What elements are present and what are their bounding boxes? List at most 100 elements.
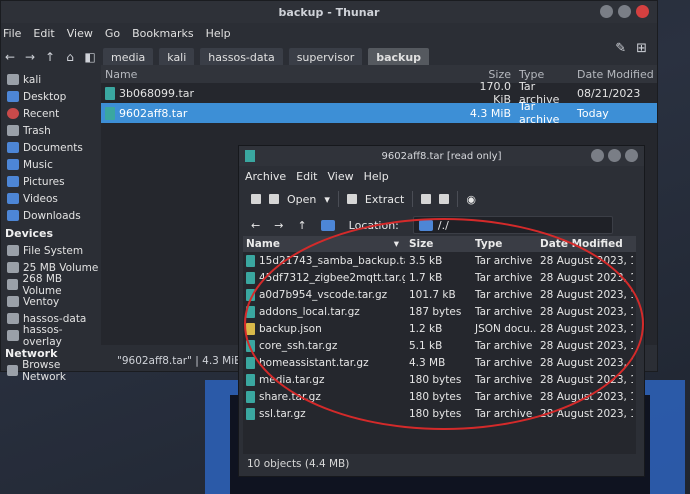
home-icon[interactable]: ⌂ [63,50,77,64]
open-button[interactable]: Open [287,193,316,206]
extract-button[interactable]: Extract [365,193,404,206]
table-row[interactable]: addons_local.tar.gz 187 bytes Tar archiv… [243,303,636,320]
open-archive-icon[interactable] [269,194,279,204]
sidebar-item-file-system[interactable]: File System [1,242,101,259]
breadcrumb-media[interactable]: media [103,47,154,67]
table-row[interactable]: ssl.tar.gz 180 bytes Tar archive 28 Augu… [243,405,636,422]
column-header-type[interactable]: Type [511,68,571,81]
sidebar-item-label: File System [23,244,84,257]
file-type: Tar archive [475,254,533,267]
sidebar-item-documents[interactable]: Documents [1,139,101,156]
menu-view[interactable]: View [67,27,93,40]
downloads-folder-icon [7,210,19,221]
maximize-button[interactable] [618,5,631,18]
toolbar-separator [412,191,414,207]
menu-edit[interactable]: Edit [33,27,54,40]
path-toggle-icon[interactable]: ◧ [83,50,97,64]
stop-icon[interactable]: ◉ [466,193,476,206]
drive-icon [7,296,19,307]
menu-help[interactable]: Help [364,170,389,183]
menu-go[interactable]: Go [105,27,120,40]
back-arrow-icon[interactable]: ← [3,50,17,64]
drive-icon [7,262,19,273]
drive-icon [7,245,19,256]
back-arrow-icon[interactable]: ← [251,219,260,232]
table-row[interactable]: 15d21743_samba_backup.tar.gz 3.5 kB Tar … [243,252,636,269]
archive-titlebar[interactable]: 9602aff8.tar [read only] [239,146,644,166]
sidebar-item-desktop[interactable]: Desktop [1,88,101,105]
menu-archive[interactable]: Archive [245,170,286,183]
menu-file[interactable]: File [3,27,21,40]
column-header-name[interactable]: Name ▾ [243,238,405,250]
forward-arrow-icon[interactable]: → [274,219,283,232]
recent-icon [7,108,19,119]
column-header-date[interactable]: Date Modified [571,68,657,81]
file-type: Tar archive [475,356,533,369]
sidebar-item-kali[interactable]: kali [1,71,101,88]
file-name: 3b068099.tar [119,86,195,100]
breadcrumb-supervisor[interactable]: supervisor [288,47,363,67]
sidebar-item-browse-network[interactable]: Browse Network [1,359,101,383]
table-row[interactable]: 3b068099.tar 170.0 KiB Tar archive 08/21… [101,80,657,106]
file-date: 28 August 2023, 19... [540,373,633,386]
sidebar-item-pictures[interactable]: Pictures [1,173,101,190]
sidebar-item-downloads[interactable]: Downloads [1,207,101,224]
menu-edit[interactable]: Edit [296,170,317,183]
new-archive-icon[interactable] [251,194,261,204]
home-folder-icon[interactable] [320,219,335,231]
minimize-button[interactable] [600,5,613,18]
location-label: Location: [348,218,399,232]
table-row[interactable]: a0d7b954_vscode.tar.gz 101.7 kB Tar arch… [243,286,636,303]
sidebar-item-trash[interactable]: Trash [1,122,101,139]
file-name: media.tar.gz [259,373,325,386]
sidebar-item-hassos-overlay[interactable]: hassos-overlay [1,324,101,348]
table-row[interactable]: core_ssh.tar.gz 5.1 kB Tar archive 28 Au… [243,337,636,354]
file-date: 28 August 2023, 19... [540,322,633,335]
add-folder-icon[interactable] [439,194,450,204]
table-row[interactable]: backup.json 1.2 kB JSON docu... 28 Augus… [243,320,636,337]
file-name: homeassistant.tar.gz [259,356,369,369]
breadcrumb-hassos-data[interactable]: hassos-data [200,47,283,67]
maximize-button[interactable] [608,149,621,162]
up-arrow-icon[interactable]: ↑ [43,50,57,64]
minimize-button[interactable] [591,149,604,162]
up-arrow-icon[interactable]: ↑ [297,219,306,232]
location-value: /./ [437,218,449,232]
location-input[interactable]: /./ [412,216,613,234]
file-type: Tar archive [475,390,533,403]
sidebar-item-label: Desktop [23,90,67,103]
file-name: backup.json [259,322,322,335]
menu-bookmarks[interactable]: Bookmarks [132,27,193,40]
add-files-icon[interactable] [421,194,432,204]
open-dropdown-icon[interactable]: ▾ [324,193,330,206]
table-row[interactable]: media.tar.gz 180 bytes Tar archive 28 Au… [243,371,636,388]
archive-file-icon [246,271,255,284]
breadcrumb-kali[interactable]: kali [159,47,195,67]
sidebar-item-videos[interactable]: Videos [1,190,101,207]
column-header-size[interactable]: Size [461,68,511,81]
column-header-type[interactable]: Type [471,238,537,250]
archive-manager-window: 9602aff8.tar [read only] Archive Edit Vi… [238,145,645,477]
column-header-size[interactable]: Size [405,238,471,250]
table-row[interactable]: homeassistant.tar.gz 4.3 MB Tar archive … [243,354,636,371]
file-size: 1.2 kB [409,322,443,335]
sidebar-item-recent[interactable]: Recent [1,105,101,122]
extract-icon[interactable] [346,194,357,204]
forward-arrow-icon[interactable]: → [23,50,37,64]
sidebar-item-268mb-volume[interactable]: 268 MB Volume [1,273,101,297]
file-size: 101.7 kB [409,288,456,301]
menu-view[interactable]: View [327,170,353,183]
column-header-date[interactable]: Date Modified [537,238,633,250]
close-button[interactable] [636,5,649,18]
grid-view-icon[interactable]: ⊞ [636,41,647,56]
breadcrumb-backup[interactable]: backup [368,47,430,67]
sidebar-item-music[interactable]: Music [1,156,101,173]
menu-help[interactable]: Help [206,27,231,40]
thunar-titlebar[interactable]: backup - Thunar [1,1,657,23]
edit-location-icon[interactable]: ✎ [615,41,626,56]
close-button[interactable] [625,149,638,162]
table-row[interactable]: 45df7312_zigbee2mqtt.tar.gz 1.7 kB Tar a… [243,269,636,286]
table-row[interactable]: 9602aff8.tar 4.3 MiB Tar archive Today [101,100,657,126]
column-header-name[interactable]: Name [101,68,461,81]
table-row[interactable]: share.tar.gz 180 bytes Tar archive 28 Au… [243,388,636,405]
